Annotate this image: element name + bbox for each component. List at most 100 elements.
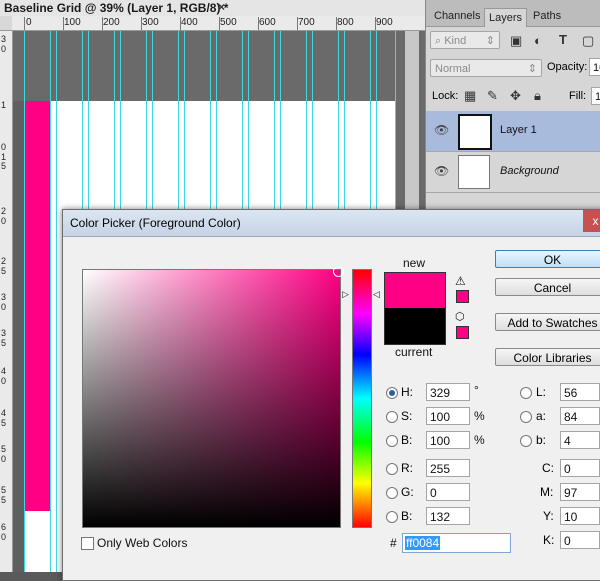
hex-hash-label: # xyxy=(390,536,397,550)
only-web-colors-label: Only Web Colors xyxy=(97,536,188,550)
shape-filter-icon[interactable]: ▢ xyxy=(582,33,594,49)
add-to-swatches-button[interactable]: Add to Swatches xyxy=(495,313,600,331)
b-channel-input[interactable]: 4 xyxy=(560,431,600,449)
ruler-label: 5 xyxy=(1,161,7,171)
blend-mode-label: Normal xyxy=(435,63,471,75)
ruler-label: 2 xyxy=(1,206,7,216)
blue-input[interactable]: 132 xyxy=(426,507,470,525)
filter-row: ⌕ Kind ⇕ ▣ ◐ T ▢ xyxy=(426,28,600,54)
opacity-input[interactable]: 10 xyxy=(589,58,600,76)
ruler-label: 1 xyxy=(1,100,7,110)
saturation-brightness-field[interactable] xyxy=(82,269,341,528)
new-color-swatch xyxy=(384,272,446,309)
ok-button[interactable]: OK xyxy=(495,250,600,268)
layer-row-background[interactable]: 👁︎ Background xyxy=(426,152,600,193)
document-tab[interactable]: Baseline Grid @ 39% (Layer 1, RGB/8) * × xyxy=(0,0,425,17)
lock-transparency-icon[interactable]: ▦ xyxy=(464,88,476,104)
pink-column-shape[interactable] xyxy=(24,101,50,511)
brightness-input[interactable]: 100 xyxy=(426,431,470,449)
tab-paths[interactable]: Paths xyxy=(533,10,561,22)
ruler-label: 300 xyxy=(142,17,159,28)
eye-visibility-icon[interactable]: 👁︎ xyxy=(434,123,449,137)
close-tab-icon[interactable]: × xyxy=(218,0,225,14)
image-filter-icon[interactable]: ▣ xyxy=(510,33,522,49)
magenta-input[interactable]: 97 xyxy=(560,483,600,501)
a-channel-input[interactable]: 84 xyxy=(560,407,600,425)
color-picker-dialog: Color Picker (Foreground Color) x ▷ ◁ ne… xyxy=(62,209,600,581)
close-icon[interactable]: x xyxy=(583,210,600,232)
panel-tab-bar: Channels Layers Paths xyxy=(426,0,600,27)
web-safe-cube-icon: ⬡ xyxy=(455,311,465,323)
search-icon: ⌕ xyxy=(435,35,445,47)
cyan-input[interactable]: 0 xyxy=(560,459,600,477)
saturation-input[interactable]: 100 xyxy=(426,407,470,425)
radio-red[interactable] xyxy=(386,463,398,475)
filter-kind-select[interactable]: ⌕ Kind ⇕ xyxy=(430,31,500,49)
blend-row: Normal ⇕ Opacity: 10 xyxy=(426,57,600,81)
radio-b-channel[interactable] xyxy=(520,435,532,447)
ruler-label: 3 xyxy=(1,34,7,44)
ruler-label: 100 xyxy=(64,17,81,28)
ruler-label: 4 xyxy=(1,408,7,418)
ruler-label: 2 xyxy=(1,256,7,266)
red-input[interactable]: 255 xyxy=(426,459,470,477)
fill-input[interactable]: 1 xyxy=(591,87,600,105)
opacity-label: Opacity: xyxy=(547,61,588,73)
type-filter-icon[interactable]: T xyxy=(559,32,567,47)
guide-line[interactable] xyxy=(56,31,57,572)
black-input[interactable]: 0 xyxy=(560,531,600,549)
hue-slider[interactable] xyxy=(352,269,372,528)
guide-line[interactable] xyxy=(50,31,51,572)
current-color-swatch[interactable] xyxy=(384,308,446,345)
radio-lightness[interactable] xyxy=(520,387,532,399)
ruler-label: 0 xyxy=(1,142,7,152)
hue-input[interactable]: 329 xyxy=(426,383,470,401)
blue-label: B: xyxy=(401,509,413,523)
web-safe-swatch[interactable] xyxy=(456,326,469,339)
ruler-label: 600 xyxy=(259,17,276,28)
ruler-label: 5 xyxy=(1,418,7,428)
adjustment-filter-icon[interactable]: ◐ xyxy=(534,33,542,48)
green-input[interactable]: 0 xyxy=(426,483,470,501)
new-color-label: new xyxy=(403,256,426,270)
degree-unit: ° xyxy=(474,383,479,397)
ruler-label: 0 xyxy=(1,454,7,464)
layer-name: Background xyxy=(500,165,559,177)
radio-blue[interactable] xyxy=(386,511,398,523)
radio-a-channel[interactable] xyxy=(520,411,532,423)
lightness-input[interactable]: 56 xyxy=(560,383,600,401)
ruler-label: 0 xyxy=(1,532,7,542)
dialog-titlebar[interactable]: Color Picker (Foreground Color) x xyxy=(63,210,600,237)
blend-mode-select[interactable]: Normal ⇕ xyxy=(430,59,542,77)
yellow-input[interactable]: 10 xyxy=(560,507,600,525)
radio-brightness[interactable] xyxy=(386,435,398,447)
radio-green[interactable] xyxy=(386,487,398,499)
percent-unit: % xyxy=(474,409,485,423)
gamut-swatch[interactable] xyxy=(456,290,469,303)
guide-line[interactable] xyxy=(24,31,25,572)
color-libraries-button[interactable]: Color Libraries xyxy=(495,348,600,366)
only-web-colors-checkbox[interactable] xyxy=(81,537,94,550)
color-marker[interactable] xyxy=(333,266,344,277)
lock-all-icon[interactable]: 🔒︎ xyxy=(534,88,541,104)
radio-saturation[interactable] xyxy=(386,411,398,423)
hue-slider-left-arrow-icon[interactable]: ▷ xyxy=(342,289,349,300)
radio-hue[interactable] xyxy=(386,387,398,399)
ruler-label: 0 xyxy=(1,376,7,386)
eye-visibility-icon[interactable]: 👁︎ xyxy=(434,164,449,178)
cancel-button[interactable]: Cancel xyxy=(495,278,600,296)
tab-channels[interactable]: Channels xyxy=(434,10,480,22)
hex-value: ff0084 xyxy=(405,536,441,550)
ruler-label: 0 xyxy=(1,44,7,54)
ruler-label: 900 xyxy=(376,17,393,28)
lock-position-move-icon[interactable]: ✥ xyxy=(510,88,521,104)
brightness-label: B: xyxy=(401,433,413,447)
hex-input[interactable]: ff0084 xyxy=(402,533,511,553)
tab-layers[interactable]: Layers xyxy=(484,8,528,27)
hue-slider-right-arrow-icon[interactable]: ◁ xyxy=(373,289,380,300)
lock-image-brush-icon[interactable]: ✎ xyxy=(487,88,498,104)
layer-row-layer-1[interactable]: 👁︎ Layer 1 xyxy=(426,111,600,152)
ruler-label: 0 xyxy=(1,216,7,226)
green-label: G: xyxy=(401,485,414,499)
ruler-label: 4 xyxy=(1,366,7,376)
